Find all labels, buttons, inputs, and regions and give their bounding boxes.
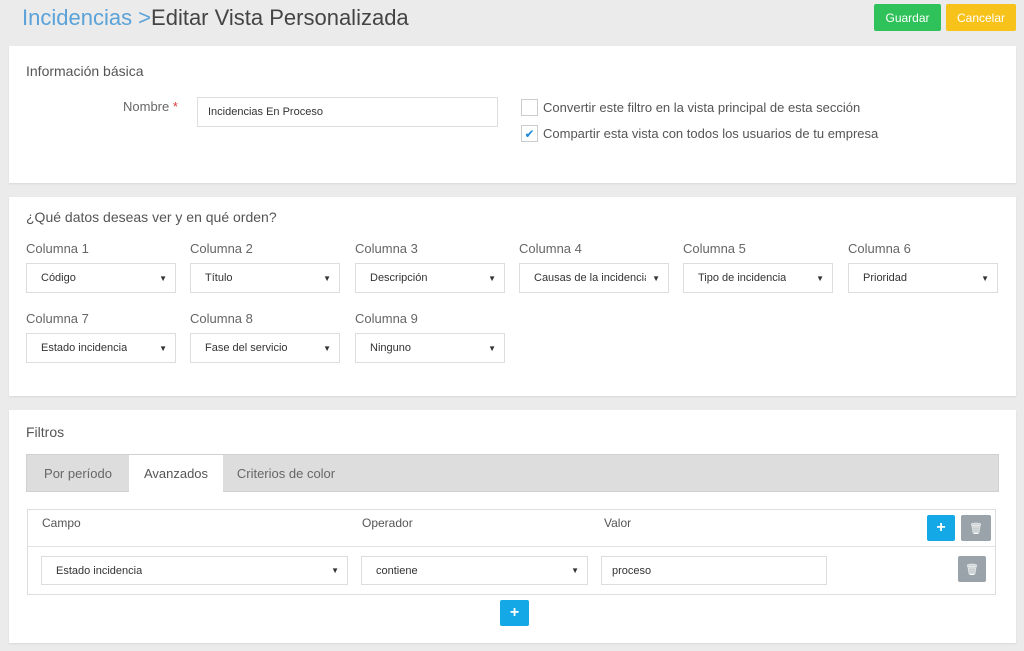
tab-criterios-de-color[interactable]: Criterios de color — [223, 455, 349, 491]
filter-operator-value: contiene — [376, 564, 418, 577]
column-7-label: Columna 7 — [26, 311, 89, 326]
trash-icon: 🗑 — [969, 522, 983, 535]
tab-avanzados[interactable]: Avanzados — [129, 455, 223, 492]
column-5-select[interactable]: Tipo de incidencia ▼ — [683, 263, 833, 293]
checkbox-main-view-label: Convertir este filtro en la vista princi… — [543, 100, 861, 115]
column-6-label: Columna 6 — [848, 241, 911, 256]
breadcrumb: Incidencias >Editar Vista Personalizada — [22, 4, 409, 32]
column-5-label: Columna 5 — [683, 241, 746, 256]
delete-filter-row-button[interactable]: 🗑 — [958, 556, 986, 582]
header-operador: Operador — [362, 516, 413, 530]
filters-card: Filtros Por período Avanzados Criterios … — [9, 410, 1016, 643]
column-3-value: Descripción — [370, 272, 428, 284]
cancel-button[interactable]: Cancelar — [946, 4, 1016, 31]
chevron-down-icon: ▼ — [323, 273, 331, 283]
plus-icon: + — [936, 519, 946, 536]
column-9-select[interactable]: Ninguno ▼ — [355, 333, 505, 363]
column-4-select[interactable]: Causas de la incidencia ▼ — [519, 263, 669, 293]
column-4-label: Columna 4 — [519, 241, 582, 256]
column-6-value: Prioridad — [863, 272, 908, 284]
columns-card: ¿Qué datos deseas ver y en qué orden? Co… — [9, 197, 1016, 396]
filters-table: Campo Operador Valor + 🗑 Estado incidenc… — [27, 509, 996, 595]
chevron-down-icon: ▼ — [652, 273, 660, 283]
filters-tabbar: Por período Avanzados Criterios de color — [26, 454, 999, 492]
chevron-down-icon: ▼ — [159, 343, 167, 353]
chevron-down-icon: ▼ — [488, 343, 496, 353]
tab-por-periodo[interactable]: Por período — [27, 455, 129, 491]
chevron-down-icon: ▼ — [323, 343, 331, 353]
column-8-value: Fase del servicio — [205, 342, 288, 354]
filter-operator-select[interactable]: contiene ▼ — [361, 556, 588, 585]
header-campo: Campo — [42, 516, 81, 530]
table-divider — [28, 546, 995, 547]
basic-info-title: Información básica — [26, 63, 144, 79]
column-2-label: Columna 2 — [190, 241, 253, 256]
add-filter-button[interactable]: + — [500, 600, 529, 626]
plus-icon: + — [509, 604, 520, 621]
checkbox-share-view-label: Compartir esta vista con todos los usuar… — [543, 126, 879, 141]
checkbox-main-view[interactable] — [521, 99, 538, 116]
filters-title: Filtros — [26, 424, 65, 440]
column-1-value: Código — [41, 272, 76, 284]
add-filter-header-button[interactable]: + — [927, 515, 955, 541]
column-1-label: Columna 1 — [26, 241, 89, 256]
check-icon: ✔ — [524, 126, 535, 141]
column-2-value: Título — [205, 272, 233, 284]
chevron-down-icon: ▼ — [159, 273, 167, 283]
column-8-label: Columna 8 — [190, 311, 253, 326]
chevron-down-icon: ▼ — [981, 273, 989, 283]
delete-all-filters-button[interactable]: 🗑 — [961, 515, 991, 541]
page-title: Editar Vista Personalizada — [151, 5, 409, 30]
filter-value-input[interactable]: proceso — [601, 556, 827, 585]
trash-icon: 🗑 — [965, 563, 979, 576]
column-3-select[interactable]: Descripción ▼ — [355, 263, 505, 293]
column-1-select[interactable]: Código ▼ — [26, 263, 176, 293]
chevron-down-icon: ▼ — [816, 273, 824, 283]
column-9-label: Columna 9 — [355, 311, 418, 326]
column-4-value: Causas de la incidencia — [534, 272, 647, 284]
filter-field-value: Estado incidencia — [56, 564, 143, 577]
column-6-select[interactable]: Prioridad ▼ — [848, 263, 998, 293]
chevron-down-icon: ▼ — [331, 566, 339, 575]
columns-title: ¿Qué datos deseas ver y en qué orden? — [26, 209, 277, 225]
name-label-text: Nombre — [123, 99, 170, 114]
name-input[interactable]: Incidencias En Proceso — [197, 97, 498, 127]
column-8-select[interactable]: Fase del servicio ▼ — [190, 333, 340, 363]
column-9-value: Ninguno — [370, 342, 411, 354]
chevron-down-icon: ▼ — [488, 273, 496, 283]
required-mark: * — [172, 99, 178, 114]
column-5-value: Tipo de incidencia — [698, 272, 787, 284]
header-valor: Valor — [604, 516, 632, 530]
checkbox-share-view[interactable]: ✔ — [521, 125, 538, 142]
filter-field-select[interactable]: Estado incidencia ▼ — [41, 556, 348, 585]
chevron-down-icon: ▼ — [571, 566, 579, 575]
basic-info-card: Información básica Nombre * Incidencias … — [9, 46, 1016, 183]
column-3-label: Columna 3 — [355, 241, 418, 256]
column-7-select[interactable]: Estado incidencia ▼ — [26, 333, 176, 363]
column-7-value: Estado incidencia — [41, 342, 128, 354]
save-button[interactable]: Guardar — [874, 4, 941, 31]
name-label: Nombre * — [123, 99, 178, 114]
column-2-select[interactable]: Título ▼ — [190, 263, 340, 293]
breadcrumb-link-incidencias[interactable]: Incidencias > — [22, 5, 151, 30]
